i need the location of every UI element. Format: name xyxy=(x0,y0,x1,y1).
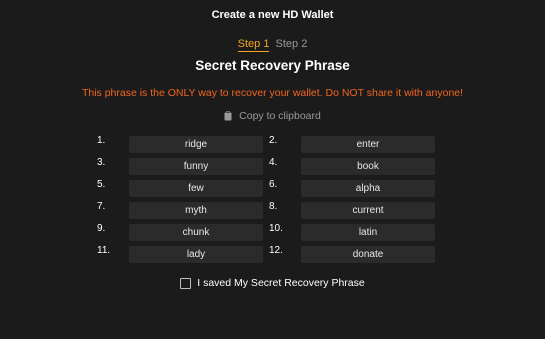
phrase-row: 3. funny 4. book xyxy=(97,156,435,178)
word-number: 10. xyxy=(269,223,283,234)
step-2-tab[interactable]: Step 2 xyxy=(276,38,308,50)
phrase-row: 11. lady 12. donate xyxy=(97,244,435,266)
window-title: Create a new HD Wallet xyxy=(211,9,334,21)
phrase-row: 7. myth 8. current xyxy=(97,200,435,222)
phrase-word: book xyxy=(301,158,435,175)
word-number: 1. xyxy=(97,135,106,146)
step-1-tab[interactable]: Step 1 xyxy=(237,38,270,52)
phrase-row: 5. few 6. alpha xyxy=(97,178,435,200)
saved-phrase-confirmation: I saved My Secret Recovery Phrase xyxy=(0,277,545,289)
word-number: 9. xyxy=(97,223,106,234)
phrase-word: latin xyxy=(301,224,435,241)
word-number: 3. xyxy=(97,157,106,168)
phrase-word: alpha xyxy=(301,180,435,197)
phrase-word: funny xyxy=(129,158,263,175)
phrase-row: 1. ridge 2. enter xyxy=(97,134,435,156)
phrase-word: ridge xyxy=(129,136,263,153)
phrase-word: lady xyxy=(129,246,263,263)
phrase-word: donate xyxy=(301,246,435,263)
word-number: 7. xyxy=(97,201,106,212)
saved-phrase-label[interactable]: I saved My Secret Recovery Phrase xyxy=(197,277,364,289)
clipboard-icon xyxy=(224,111,232,121)
copy-to-clipboard-button[interactable]: Copy to clipboard xyxy=(0,110,545,122)
step-indicator: Step 1 Step 2 xyxy=(0,38,545,52)
phrase-row: 9. chunk 10. latin xyxy=(97,222,435,244)
word-number: 6. xyxy=(269,179,278,190)
saved-phrase-checkbox[interactable] xyxy=(180,277,192,289)
phrase-word: few xyxy=(129,180,263,197)
word-number: 8. xyxy=(269,201,278,212)
warning-message: This phrase is the ONLY way to recover y… xyxy=(81,87,464,99)
word-number: 11. xyxy=(97,245,111,256)
word-number: 4. xyxy=(269,157,278,168)
word-number: 12. xyxy=(269,245,283,256)
page-heading: Secret Recovery Phrase xyxy=(195,58,350,73)
phrase-word: myth xyxy=(129,202,263,219)
phrase-word: chunk xyxy=(129,224,263,241)
copy-label: Copy to clipboard xyxy=(239,110,321,122)
recovery-phrase-grid: 1. ridge 2. enter 3. funny 4. book 5. fe… xyxy=(97,134,435,266)
phrase-word: enter xyxy=(301,136,435,153)
word-number: 5. xyxy=(97,179,106,190)
word-number: 2. xyxy=(269,135,278,146)
phrase-word: current xyxy=(301,202,435,219)
